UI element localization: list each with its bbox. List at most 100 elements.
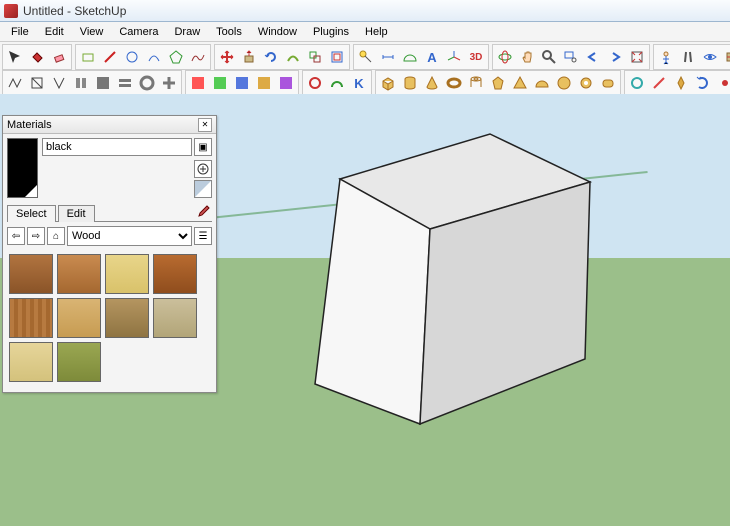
swatch-wood-bamboo[interactable] — [57, 342, 101, 382]
layer-tool-5[interactable] — [275, 72, 297, 94]
plugin-tool-2[interactable] — [648, 72, 670, 94]
menu-draw[interactable]: Draw — [166, 24, 208, 40]
zoom-window-tool[interactable] — [560, 46, 582, 68]
default-material-icon[interactable] — [194, 180, 212, 198]
walk-tool[interactable] — [677, 46, 699, 68]
swatch-wood-maple[interactable] — [57, 298, 101, 338]
shape-cone[interactable] — [421, 72, 443, 94]
shape-dome[interactable] — [531, 72, 553, 94]
shape-sphere[interactable] — [553, 72, 575, 94]
material-name-input[interactable] — [42, 138, 192, 156]
pushpull-tool[interactable] — [238, 46, 260, 68]
zoom-next-tool[interactable] — [604, 46, 626, 68]
shape-extra-2[interactable] — [597, 72, 619, 94]
swatch-wood-pine[interactable] — [105, 254, 149, 294]
menu-help[interactable]: Help — [357, 24, 396, 40]
nav-forward-icon[interactable]: ⇨ — [27, 227, 45, 245]
material-category-select[interactable]: Wood — [67, 226, 192, 246]
nav-back-icon[interactable]: ⇦ — [7, 227, 25, 245]
tape-measure-tool[interactable] — [355, 46, 377, 68]
lookaround-tool[interactable] — [699, 46, 721, 68]
tab-edit[interactable]: Edit — [58, 205, 95, 222]
eyedropper-icon[interactable] — [194, 203, 212, 221]
scale-tool[interactable] — [304, 46, 326, 68]
dimension-tool[interactable] — [377, 46, 399, 68]
select-tool[interactable] — [4, 46, 26, 68]
position-camera-tool[interactable] — [655, 46, 677, 68]
zoom-previous-tool[interactable] — [582, 46, 604, 68]
style-tool-3[interactable] — [48, 72, 70, 94]
style-tool-1[interactable] — [4, 72, 26, 94]
swatch-wood-ash[interactable] — [153, 298, 197, 338]
material-swatches — [3, 250, 216, 392]
shape-extra-1[interactable] — [575, 72, 597, 94]
layer-tool-3[interactable] — [231, 72, 253, 94]
line-tool[interactable] — [99, 46, 121, 68]
swatch-wood-cherry[interactable] — [9, 254, 53, 294]
sandbox-tool-3[interactable]: K — [348, 72, 370, 94]
style-tool-5[interactable] — [92, 72, 114, 94]
layer-tool-1[interactable] — [187, 72, 209, 94]
paint-bucket-tool[interactable] — [26, 46, 48, 68]
zoom-tool[interactable] — [538, 46, 560, 68]
cube-model[interactable] — [280, 104, 620, 444]
style-tool-7[interactable] — [136, 72, 158, 94]
details-icon[interactable]: ☰ — [194, 227, 212, 245]
close-icon[interactable]: ✕ — [198, 118, 212, 132]
style-tool-2[interactable] — [26, 72, 48, 94]
menu-window[interactable]: Window — [250, 24, 305, 40]
style-tool-8[interactable] — [158, 72, 180, 94]
menu-camera[interactable]: Camera — [111, 24, 166, 40]
pan-tool[interactable] — [516, 46, 538, 68]
nav-home-icon[interactable]: ⌂ — [47, 227, 65, 245]
menu-edit[interactable]: Edit — [37, 24, 72, 40]
orbit-tool[interactable] — [494, 46, 516, 68]
menu-plugins[interactable]: Plugins — [305, 24, 357, 40]
rectangle-tool[interactable] — [77, 46, 99, 68]
rotate-tool[interactable] — [260, 46, 282, 68]
protractor-tool[interactable] — [399, 46, 421, 68]
shape-cylinder[interactable] — [399, 72, 421, 94]
freehand-tool[interactable] — [187, 46, 209, 68]
shape-prism[interactable] — [487, 72, 509, 94]
circle-tool[interactable] — [121, 46, 143, 68]
current-material-swatch[interactable] — [7, 138, 38, 198]
menu-view[interactable]: View — [72, 24, 112, 40]
axes-tool[interactable] — [443, 46, 465, 68]
layer-tool-4[interactable] — [253, 72, 275, 94]
move-tool[interactable] — [216, 46, 238, 68]
style-tool-6[interactable] — [114, 72, 136, 94]
swatch-wood-birch[interactable] — [9, 342, 53, 382]
menu-bar: File Edit View Camera Draw Tools Window … — [0, 22, 730, 42]
swatch-wood-parquet[interactable] — [9, 298, 53, 338]
menu-tools[interactable]: Tools — [208, 24, 250, 40]
sandbox-tool-1[interactable] — [304, 72, 326, 94]
plugin-tool-4[interactable] — [692, 72, 714, 94]
plugin-tool-5[interactable] — [714, 72, 730, 94]
layer-tool-2[interactable] — [209, 72, 231, 94]
3dtext-tool[interactable]: 3D — [465, 46, 487, 68]
plugin-tool-3[interactable] — [670, 72, 692, 94]
swatch-wood-walnut[interactable] — [105, 298, 149, 338]
arc-tool[interactable] — [143, 46, 165, 68]
menu-file[interactable]: File — [3, 24, 37, 40]
tab-select[interactable]: Select — [7, 205, 56, 222]
create-material-icon[interactable] — [194, 160, 212, 178]
shape-pyramid[interactable] — [509, 72, 531, 94]
swatch-wood-oak[interactable] — [57, 254, 101, 294]
style-tool-4[interactable] — [70, 72, 92, 94]
swatch-wood-mahogany[interactable] — [153, 254, 197, 294]
followme-tool[interactable] — [282, 46, 304, 68]
offset-tool[interactable] — [326, 46, 348, 68]
sandbox-tool-2[interactable] — [326, 72, 348, 94]
text-tool[interactable]: A — [421, 46, 443, 68]
sectionplane-tool[interactable] — [721, 46, 730, 68]
shape-box[interactable] — [377, 72, 399, 94]
zoom-extents-tool[interactable] — [626, 46, 648, 68]
eraser-tool[interactable] — [48, 46, 70, 68]
shape-torus[interactable] — [443, 72, 465, 94]
plugin-tool-1[interactable] — [626, 72, 648, 94]
shape-tube[interactable] — [465, 72, 487, 94]
toggle-secondary-icon[interactable]: ▣ — [194, 138, 212, 156]
polygon-tool[interactable] — [165, 46, 187, 68]
